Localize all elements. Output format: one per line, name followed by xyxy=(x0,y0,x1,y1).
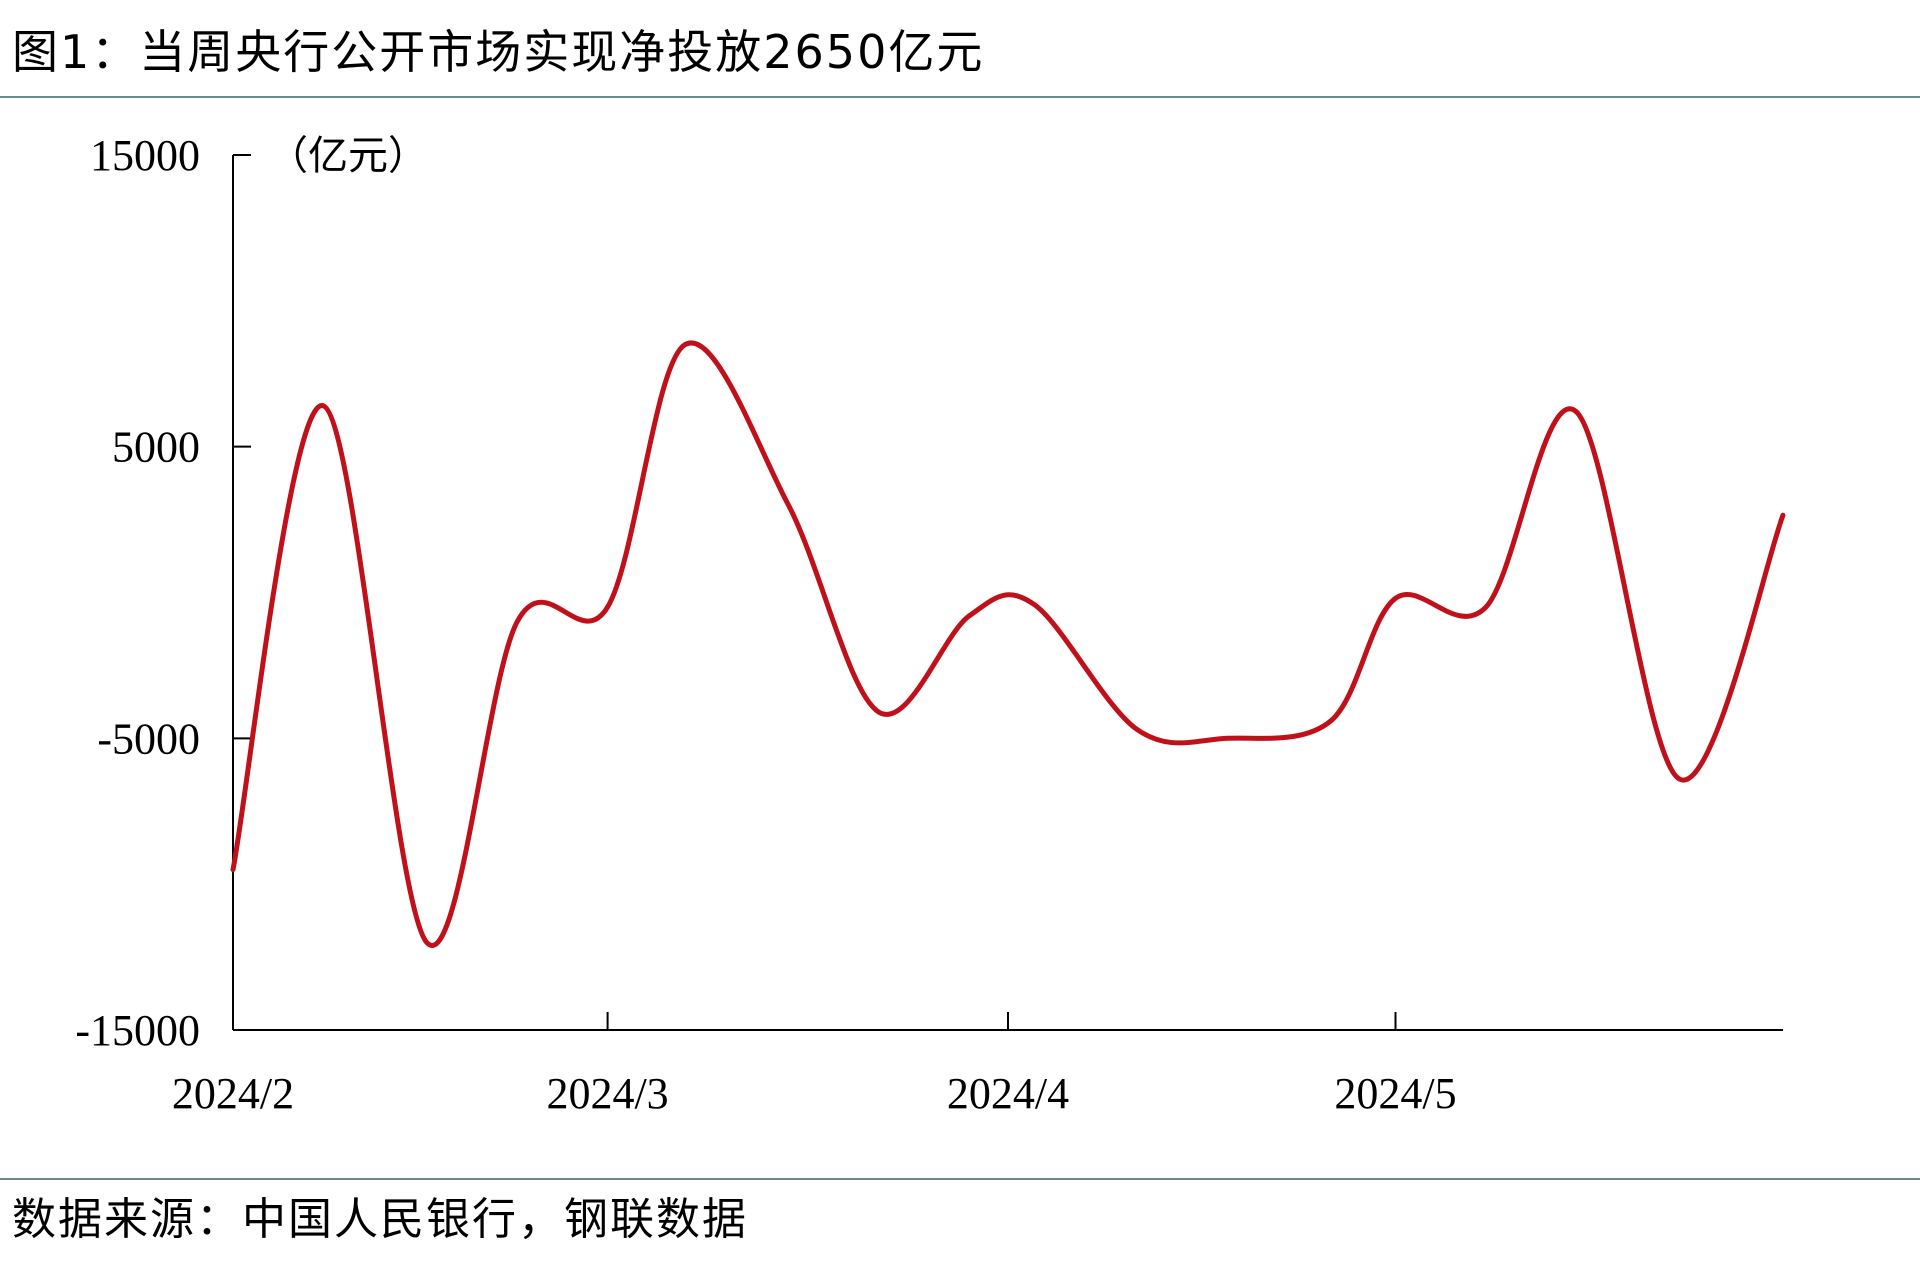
y-tick-label: -15000 xyxy=(75,1006,200,1055)
series-group xyxy=(230,340,1786,948)
x-tick-label: 2024/2 xyxy=(172,1069,294,1118)
series-line xyxy=(230,340,1786,948)
y-axis-unit-label: （亿元） xyxy=(268,133,428,179)
line-chart: 150005000-5000-15000 2024/2 2024/3 2024/4 2… xyxy=(75,131,1786,1118)
y-axis: 15000 5000 -5000 -15000 xyxy=(75,131,251,1055)
data-source-note: 数据来源：中国人民银行，钢联数据 xyxy=(12,1194,748,1245)
y-tick-label: 5000 xyxy=(112,423,200,472)
y-tick-label: 15000 xyxy=(90,131,200,180)
x-tick-label: 2024/5 xyxy=(1334,1069,1456,1118)
x-tick-label: 2024/4 xyxy=(947,1069,1069,1118)
x-tick-label: 2024/3 xyxy=(546,1069,668,1118)
source-divider xyxy=(0,1178,1920,1180)
y-tick-label: -5000 xyxy=(97,714,200,763)
x-axis: 2024/2 2024/3 2024/4 2024/5 xyxy=(172,1012,1783,1118)
